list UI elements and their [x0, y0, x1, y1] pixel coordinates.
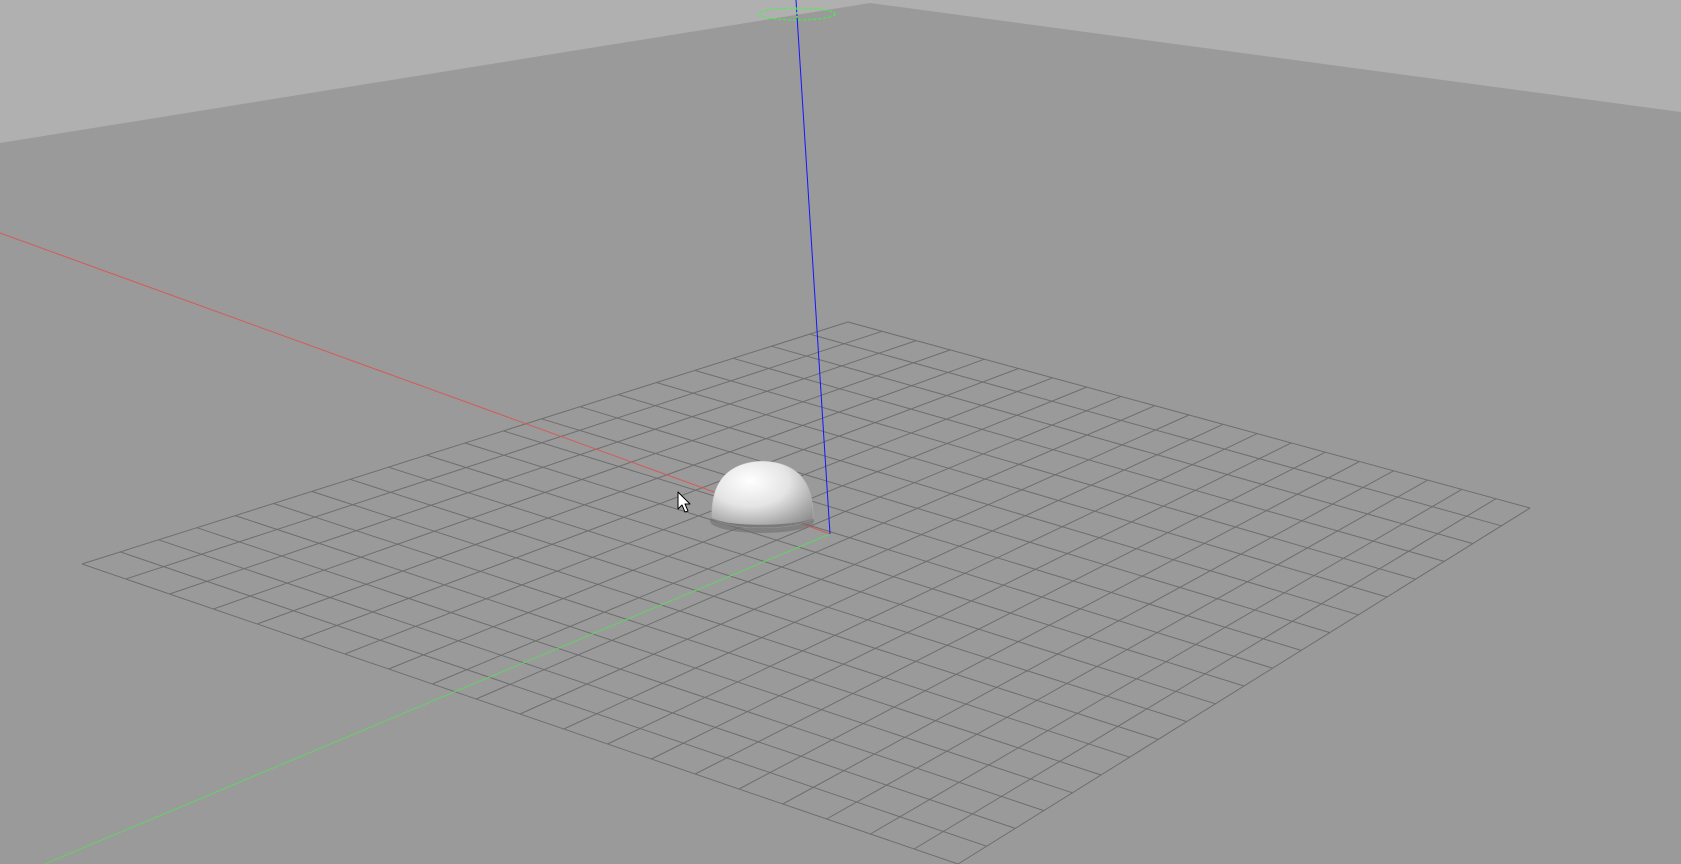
- scene-canvas[interactable]: [0, 0, 1681, 864]
- floor-plane: [0, 0, 1681, 864]
- 3d-viewport[interactable]: [0, 0, 1681, 864]
